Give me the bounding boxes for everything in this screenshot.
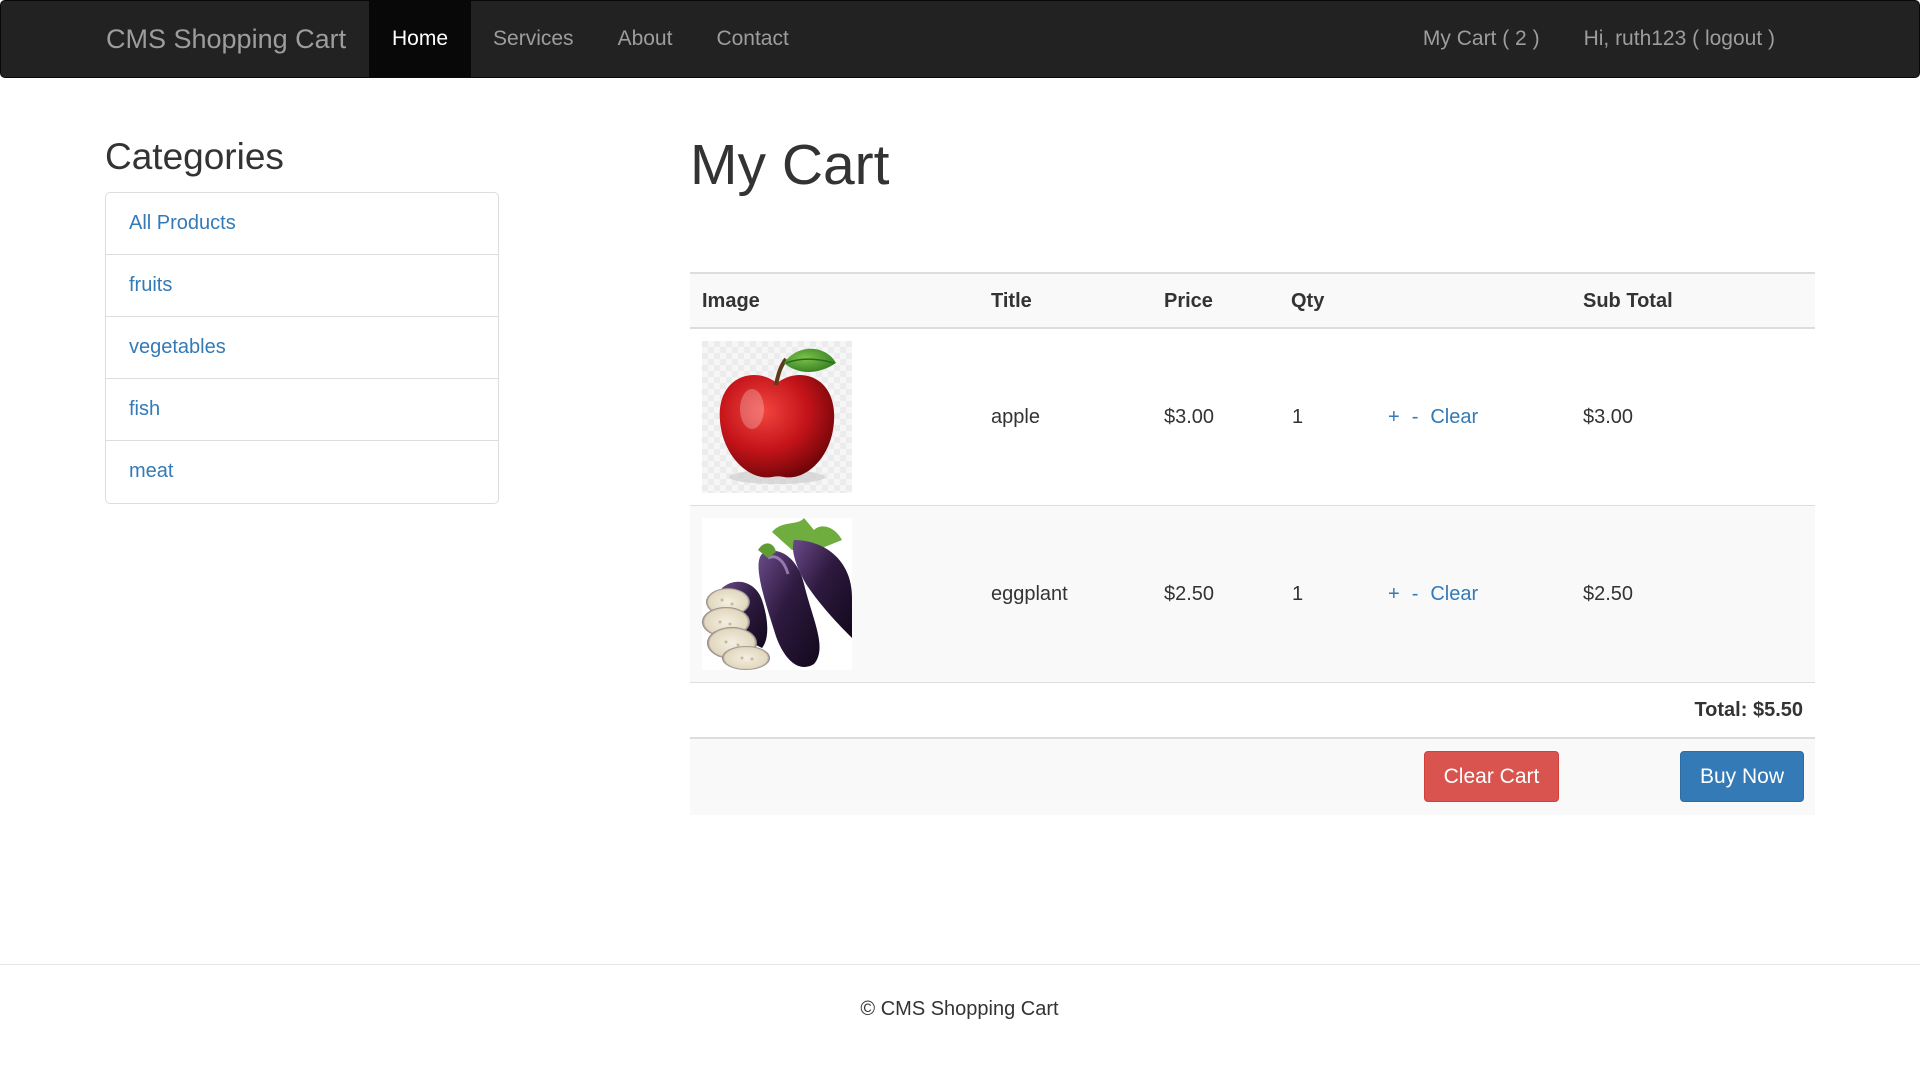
decrease-qty-link[interactable]: - — [1412, 583, 1419, 605]
item-subtotal: $3.00 — [1583, 406, 1634, 428]
buy-now-button[interactable]: Buy Now — [1680, 751, 1804, 802]
item-title: apple — [991, 406, 1040, 428]
cart-table: Image Title Price Qty Sub Total apple $3… — [690, 272, 1815, 815]
item-actions: + - Clear — [1388, 329, 1490, 506]
item-qty: 1 — [1292, 406, 1304, 428]
column-header-qty: Qty — [1291, 290, 1325, 312]
eggplant-image — [702, 518, 852, 670]
cart-table-header: Image Title Price Qty Sub Total — [690, 272, 1815, 329]
item-qty: 1 — [1292, 583, 1304, 605]
item-price: $3.00 — [1164, 406, 1215, 428]
my-cart-link[interactable]: My Cart ( 2 ) — [1401, 1, 1562, 77]
item-title: eggplant — [991, 583, 1068, 605]
page-title: My Cart — [690, 133, 890, 197]
category-fruits[interactable]: fruits — [106, 255, 498, 317]
nav-home[interactable]: Home — [369, 1, 472, 77]
cart-actions-row: Clear Cart Buy Now — [690, 739, 1815, 815]
table-row: apple $3.00 1 + - Clear $3.00 — [690, 329, 1815, 506]
category-all-products[interactable]: All Products — [106, 193, 498, 255]
cart-total-row: Total: $5.50 — [690, 683, 1815, 739]
footer: © CMS Shopping Cart — [0, 964, 1920, 1080]
user-nav: My Cart ( 2 ) Hi, ruth123 ( logout ) — [1401, 1, 1797, 77]
clear-cart-button[interactable]: Clear Cart — [1424, 751, 1559, 802]
main-nav: Home Services About Contact — [369, 1, 811, 77]
item-price: $2.50 — [1164, 583, 1215, 605]
clear-item-link[interactable]: Clear — [1430, 583, 1478, 605]
increase-qty-link[interactable]: + — [1388, 583, 1400, 605]
decrease-qty-link[interactable]: - — [1412, 406, 1419, 428]
nav-contact[interactable]: Contact — [694, 1, 810, 77]
user-logout-link[interactable]: Hi, ruth123 ( logout ) — [1562, 1, 1797, 77]
column-header-image: Image — [702, 290, 760, 312]
top-navbar: CMS Shopping Cart Home Services About Co… — [0, 0, 1920, 78]
footer-copyright: © CMS Shopping Cart — [860, 998, 1059, 1020]
table-row: eggplant $2.50 1 + - Clear $2.50 — [690, 506, 1815, 683]
increase-qty-link[interactable]: + — [1388, 406, 1400, 428]
column-header-title: Title — [991, 290, 1032, 312]
cart-total: Total: $5.50 — [1694, 699, 1803, 721]
category-fish[interactable]: fish — [106, 379, 498, 441]
category-vegetables[interactable]: vegetables — [106, 317, 498, 379]
apple-image — [702, 341, 852, 493]
column-header-subtotal: Sub Total — [1583, 290, 1673, 312]
clear-item-link[interactable]: Clear — [1430, 406, 1478, 428]
categories-list: All Products fruits vegetables fish meat — [105, 192, 499, 504]
nav-about[interactable]: About — [596, 1, 695, 77]
column-header-price: Price — [1164, 290, 1213, 312]
category-meat[interactable]: meat — [106, 441, 498, 503]
item-actions: + - Clear — [1388, 506, 1490, 683]
brand-link[interactable]: CMS Shopping Cart — [106, 1, 346, 77]
nav-services[interactable]: Services — [471, 1, 596, 77]
item-subtotal: $2.50 — [1583, 583, 1634, 605]
categories-heading: Categories — [105, 136, 284, 177]
